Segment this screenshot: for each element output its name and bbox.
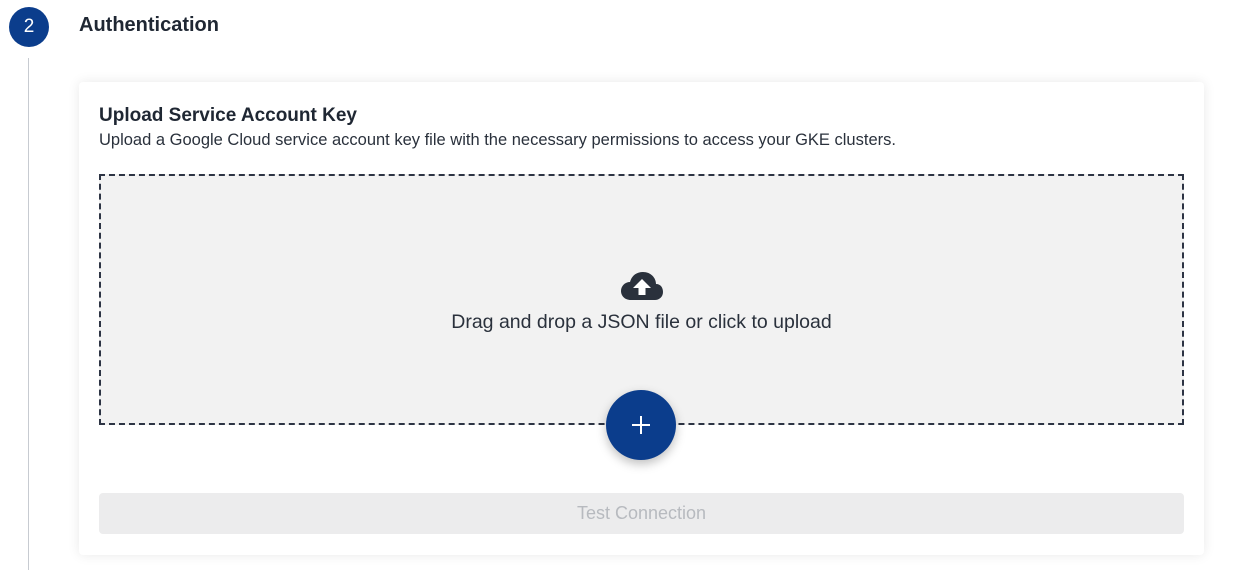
dropzone-text: Drag and drop a JSON file or click to up…: [451, 311, 832, 333]
step-number-badge: 2: [9, 7, 49, 47]
test-connection-button[interactable]: Test Connection: [99, 493, 1184, 534]
plus-icon: [632, 416, 650, 434]
upload-card-description: Upload a Google Cloud service account ke…: [99, 131, 896, 149]
step-title: Authentication: [79, 14, 219, 36]
add-file-button[interactable]: [606, 390, 676, 460]
step-connector-line: [28, 58, 29, 570]
file-dropzone[interactable]: Drag and drop a JSON file or click to up…: [99, 174, 1184, 425]
upload-card-title: Upload Service Account Key: [99, 105, 357, 126]
step-number: 2: [23, 16, 35, 37]
cloud-upload-icon: [621, 272, 663, 300]
upload-card: Upload Service Account Key Upload a Goog…: [79, 82, 1204, 555]
